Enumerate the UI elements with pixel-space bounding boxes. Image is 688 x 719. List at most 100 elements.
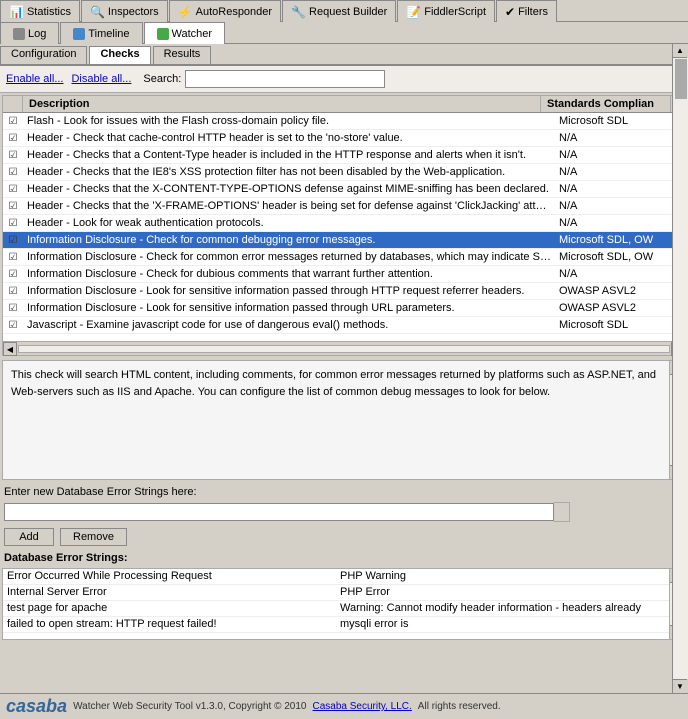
tab-results[interactable]: Results (153, 46, 212, 64)
tab-statistics-label: Statistics (27, 6, 71, 18)
table-row[interactable]: ☑ Header - Checks that the X-CONTENT-TYP… (3, 181, 685, 198)
scroll-left-btn[interactable]: ◀ (3, 342, 17, 356)
tab-autoresponder-label: AutoResponder (196, 6, 272, 18)
row-checkbox-9[interactable]: ☑ (3, 269, 23, 280)
row-checkbox-12[interactable]: ☑ (3, 320, 23, 331)
timeline-icon (73, 28, 85, 40)
row-std-12: Microsoft SDL (555, 318, 685, 332)
db-row-2[interactable]: test page for apache Warning: Cannot mod… (3, 601, 669, 617)
enable-all-link[interactable]: Enable all... (6, 73, 63, 85)
tab-filters[interactable]: ✔ Filters (496, 0, 557, 22)
tab-watcher[interactable]: Watcher (144, 22, 226, 44)
table-row[interactable]: ☑ Header - Checks that a Content-Type he… (3, 147, 685, 164)
second-tab-bar: Log Timeline Watcher (0, 22, 688, 44)
row-desc-0: Flash - Look for issues with the Flash c… (23, 114, 555, 128)
row-desc-7: Information Disclosure - Check for commo… (23, 233, 555, 247)
footer-link[interactable]: Casaba Security, LLC. (312, 701, 411, 712)
row-desc-12: Javascript - Examine javascript code for… (23, 318, 555, 332)
table-row[interactable]: ☑ Header - Checks that the IE8's XSS pro… (3, 164, 685, 181)
row-checkbox-8[interactable]: ☑ (3, 252, 23, 263)
row-checkbox-3[interactable]: ☑ (3, 167, 23, 178)
db-strings-list: Error Occurred While Processing Request … (2, 568, 670, 640)
db-row-3[interactable]: failed to open stream: HTTP request fail… (3, 617, 669, 633)
outer-scroll-thumb[interactable] (675, 59, 687, 99)
table-row[interactable]: ☑ Header - Check that cache-control HTTP… (3, 130, 685, 147)
tab-fiddlerscript[interactable]: 📝 FiddlerScript (397, 0, 495, 22)
row-checkbox-5[interactable]: ☑ (3, 201, 23, 212)
tab-checks-label: Checks (100, 48, 139, 60)
tab-configuration-label: Configuration (11, 48, 76, 60)
row-checkbox-1[interactable]: ☑ (3, 133, 23, 144)
row-checkbox-7[interactable]: ☑ (3, 235, 23, 246)
row-checkbox-11[interactable]: ☑ (3, 303, 23, 314)
row-checkbox-4[interactable]: ☑ (3, 184, 23, 195)
tab-statistics[interactable]: 📊 Statistics (0, 0, 80, 22)
db-row-0[interactable]: Error Occurred While Processing Request … (3, 569, 669, 585)
autoresponder-icon: ⚡ (178, 5, 193, 19)
tab-inspectors-label: Inspectors (108, 6, 159, 18)
tab-configuration[interactable]: Configuration (0, 46, 87, 64)
table-row[interactable]: ☑ Header - Look for weak authentication … (3, 215, 685, 232)
tab-inspectors[interactable]: 🔍 Inspectors (81, 0, 168, 22)
footer: casaba Watcher Web Security Tool v1.3.0,… (0, 693, 688, 719)
outer-scroll-down-btn[interactable]: ▼ (673, 679, 687, 693)
description-panel: This check will search HTML content, inc… (2, 360, 670, 480)
horizontal-scrollbar[interactable]: ◀ ▶ (3, 341, 685, 355)
row-std-2: N/A (555, 148, 685, 162)
row-desc-5: Header - Checks that the 'X-FRAME-OPTION… (23, 199, 555, 213)
row-checkbox-6[interactable]: ☑ (3, 218, 23, 229)
table-row[interactable]: ☑ Javascript - Examine javascript code f… (3, 317, 685, 334)
row-checkbox-2[interactable]: ☑ (3, 150, 23, 161)
tab-log[interactable]: Log (0, 22, 59, 44)
table-body: ☑ Flash - Look for issues with the Flash… (3, 113, 685, 341)
row-std-8: Microsoft SDL, OW (555, 250, 685, 264)
table-row[interactable]: ☑ Header - Checks that the 'X-FRAME-OPTI… (3, 198, 685, 215)
input-section: Enter new Database Error Strings here: (4, 484, 684, 522)
row-std-1: N/A (555, 131, 685, 145)
db-strings-wrapper: Error Occurred While Processing Request … (2, 568, 686, 640)
tab-autoresponder[interactable]: ⚡ AutoResponder (169, 0, 281, 22)
table-row[interactable]: ☑ Flash - Look for issues with the Flash… (3, 113, 685, 130)
table-row[interactable]: ☑ Information Disclosure - Look for sens… (3, 300, 685, 317)
tab-timeline-label: Timeline (88, 28, 129, 40)
button-row: Add Remove (4, 528, 684, 546)
tab-timeline[interactable]: Timeline (60, 22, 142, 44)
tab-results-label: Results (164, 48, 201, 60)
statistics-icon: 📊 (9, 5, 24, 19)
tab-checks[interactable]: Checks (89, 46, 150, 64)
tab-requestbuilder[interactable]: 🔧 Request Builder (282, 0, 396, 22)
outer-scroll-up-btn[interactable]: ▲ (673, 44, 687, 58)
disable-all-link[interactable]: Disable all... (71, 73, 131, 85)
db-row-1[interactable]: Internal Server Error PHP Error (3, 585, 669, 601)
search-input[interactable] (185, 70, 385, 88)
horizontal-scroll-track[interactable] (18, 345, 670, 353)
add-button[interactable]: Add (4, 528, 54, 546)
input-scrollbar (554, 502, 570, 522)
row-desc-4: Header - Checks that the X-CONTENT-TYPE-… (23, 182, 555, 196)
description-panel-wrapper: This check will search HTML content, inc… (2, 360, 686, 480)
filters-icon: ✔ (505, 5, 515, 19)
row-checkbox-0[interactable]: ☑ (3, 116, 23, 127)
row-std-7: Microsoft SDL, OW (555, 233, 685, 247)
table-row-highlighted[interactable]: ☑ Information Disclosure - Check for com… (3, 232, 685, 249)
footer-logo: casaba (6, 696, 67, 717)
row-desc-1: Header - Check that cache-control HTTP h… (23, 131, 555, 145)
row-checkbox-10[interactable]: ☑ (3, 286, 23, 297)
db-cell-right-3: mysqli error is (336, 617, 669, 632)
db-cell-right-0: PHP Warning (336, 569, 669, 584)
table-row[interactable]: ☑ Information Disclosure - Check for dub… (3, 266, 685, 283)
table-row[interactable]: ☑ Information Disclosure - Check for com… (3, 249, 685, 266)
tab-watcher-label: Watcher (172, 28, 213, 40)
table-row[interactable]: ☑ Information Disclosure - Look for sens… (3, 283, 685, 300)
outer-right-scrollbar[interactable]: ▲ ▼ (672, 44, 688, 693)
remove-button[interactable]: Remove (60, 528, 127, 546)
db-cell-left-0: Error Occurred While Processing Request (3, 569, 336, 584)
col-header-standards: Standards Complian (541, 96, 671, 112)
row-std-6: N/A (555, 216, 685, 230)
row-std-4: N/A (555, 182, 685, 196)
row-std-9: N/A (555, 267, 685, 281)
row-desc-2: Header - Checks that a Content-Type head… (23, 148, 555, 162)
sub-tab-bar: Configuration Checks Results (0, 44, 688, 66)
error-string-input[interactable] (4, 503, 554, 521)
db-cell-right-1: PHP Error (336, 585, 669, 600)
